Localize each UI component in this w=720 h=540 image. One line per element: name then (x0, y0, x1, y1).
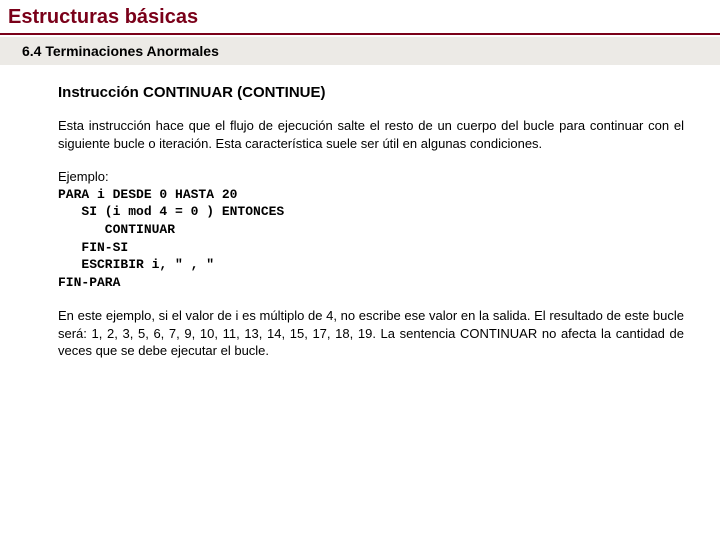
page-title: Estructuras básicas (0, 0, 720, 35)
content-area: Instrucción CONTINUAR (CONTINUE) Esta in… (0, 65, 720, 360)
example-label: Ejemplo: (58, 168, 684, 186)
section-heading: 6.4 Terminaciones Anormales (0, 37, 720, 65)
subsection-title: Instrucción CONTINUAR (CONTINUE) (58, 83, 684, 103)
description-paragraph: Esta instrucción hace que el flujo de ej… (58, 117, 684, 152)
notes-paragraph: En este ejemplo, si el valor de i es múl… (58, 307, 684, 360)
code-block: PARA i DESDE 0 HASTA 20 SI (i mod 4 = 0 … (58, 186, 684, 291)
